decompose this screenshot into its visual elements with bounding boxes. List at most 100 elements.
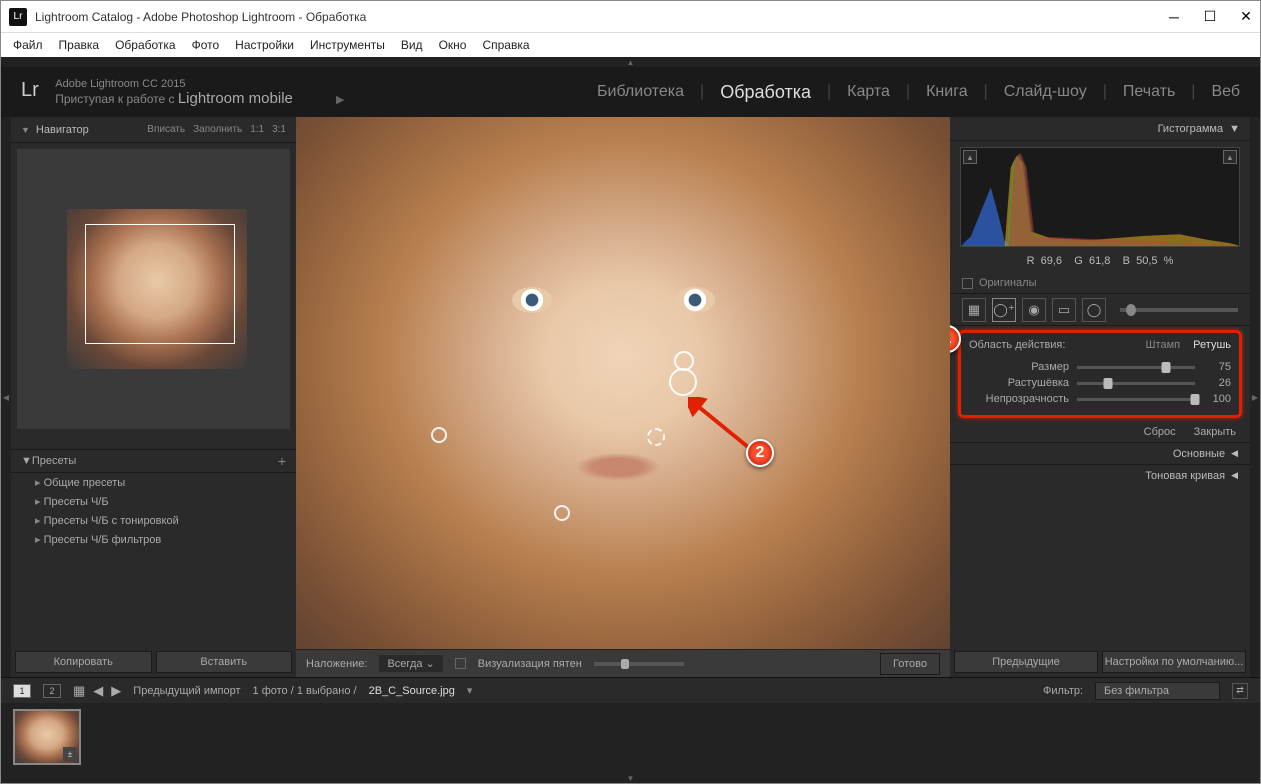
- preset-folder[interactable]: Пресеты Ч/Б фильтров: [11, 530, 296, 549]
- size-value[interactable]: 75: [1201, 361, 1231, 373]
- histogram-title: Гистограмма: [1158, 123, 1224, 135]
- menu-help[interactable]: Справка: [482, 38, 529, 52]
- menu-window[interactable]: Окно: [439, 38, 467, 52]
- feather-label: Растушёвка: [969, 377, 1069, 389]
- app-icon: Lr: [9, 8, 27, 26]
- healing-cursor: [647, 428, 665, 446]
- app-window: Lr Lightroom Catalog - Adobe Photoshop L…: [0, 0, 1261, 784]
- overlay-dropdown[interactable]: Всегда ⌄: [379, 655, 442, 672]
- lr-logo: Lr: [21, 79, 39, 102]
- menu-file[interactable]: Файл: [13, 38, 43, 52]
- filter-dropdown[interactable]: Без фильтра: [1095, 682, 1220, 700]
- preset-folder[interactable]: Пресеты Ч/Б с тонировкой: [11, 511, 296, 530]
- healing-spot[interactable]: [554, 505, 570, 521]
- add-preset-button[interactable]: +: [278, 453, 286, 469]
- histogram[interactable]: ▲ ▲: [960, 147, 1240, 247]
- healing-spot[interactable]: [669, 368, 697, 396]
- menu-view[interactable]: Вид: [401, 38, 423, 52]
- size-slider[interactable]: [1077, 366, 1195, 369]
- navigator-preview[interactable]: [17, 149, 290, 429]
- size-label: Размер: [969, 361, 1069, 373]
- feather-slider[interactable]: [1077, 382, 1195, 385]
- module-print[interactable]: Печать: [1123, 83, 1175, 101]
- feather-value[interactable]: 26: [1201, 377, 1231, 389]
- opacity-value[interactable]: 100: [1201, 393, 1231, 405]
- module-map[interactable]: Карта: [847, 83, 890, 101]
- originals-row[interactable]: Оригиналы: [950, 273, 1250, 294]
- preset-folder[interactable]: Пресеты Ч/Б: [11, 492, 296, 511]
- module-web[interactable]: Веб: [1211, 83, 1240, 101]
- nav-1-1[interactable]: 1:1: [250, 124, 264, 135]
- spot-viz-checkbox[interactable]: [455, 658, 466, 669]
- menu-tools[interactable]: Инструменты: [310, 38, 385, 52]
- grid-icon[interactable]: ▦: [73, 683, 85, 699]
- presets-header[interactable]: ▼ Пресеты +: [11, 449, 296, 473]
- shadow-clip-icon[interactable]: ▲: [963, 150, 977, 164]
- module-develop[interactable]: Обработка: [720, 82, 811, 103]
- menu-edit[interactable]: Правка: [59, 38, 100, 52]
- right-panel-collapse[interactable]: [1250, 117, 1260, 677]
- titlebar: Lr Lightroom Catalog - Adobe Photoshop L…: [1, 1, 1260, 33]
- presets-title: Пресеты: [32, 455, 76, 467]
- maximize-button[interactable]: ☐: [1204, 11, 1216, 23]
- tool-slider[interactable]: [1120, 308, 1238, 312]
- bottom-panel-collapse[interactable]: [1, 773, 1260, 783]
- done-button[interactable]: Готово: [880, 653, 940, 675]
- basic-panel-header[interactable]: Основные◀: [950, 442, 1250, 464]
- menu-develop[interactable]: Обработка: [115, 38, 176, 52]
- mode-heal[interactable]: Ретушь: [1193, 339, 1231, 351]
- primary-display[interactable]: 1: [13, 684, 31, 698]
- nav-fill[interactable]: Заполнить: [193, 124, 242, 135]
- minimize-button[interactable]: ─: [1168, 11, 1180, 23]
- secondary-display[interactable]: 2: [43, 684, 61, 698]
- size-slider-row: Размер 75: [969, 361, 1231, 373]
- brush-settings-panel: 1 Область действия: Штамп Ретушь Размер …: [958, 330, 1242, 418]
- close-button[interactable]: ✕: [1240, 11, 1252, 23]
- healing-spot[interactable]: [431, 427, 447, 443]
- spot-removal-tool-icon[interactable]: ◯⁺: [992, 298, 1016, 322]
- previous-button[interactable]: Предыдущие: [954, 651, 1098, 673]
- navigator-crop-box[interactable]: [85, 224, 235, 344]
- annotation-badge-2: 2: [746, 439, 774, 467]
- rgb-readout: R 69,6 G 61,8 B 50,5 %: [950, 253, 1250, 273]
- close-panel-button[interactable]: Закрыть: [1194, 426, 1236, 438]
- mobile-link[interactable]: Lightroom mobile: [178, 90, 293, 107]
- preset-folder[interactable]: Общие пресеты: [11, 473, 296, 492]
- module-book[interactable]: Книга: [926, 83, 967, 101]
- nav-fit[interactable]: Вписать: [147, 124, 185, 135]
- module-library[interactable]: Библиотека: [597, 83, 684, 101]
- image-canvas[interactable]: 2: [296, 117, 950, 649]
- nav-3-1[interactable]: 3:1: [272, 124, 286, 135]
- left-panel-collapse[interactable]: [1, 117, 11, 677]
- mode-stamp[interactable]: Штамп: [1145, 339, 1180, 351]
- opacity-slider[interactable]: [1077, 398, 1195, 401]
- source-label[interactable]: Предыдущий импорт: [133, 685, 240, 697]
- histogram-header[interactable]: Гистограмма▼: [950, 117, 1250, 141]
- module-slideshow[interactable]: Слайд-шоу: [1004, 83, 1087, 101]
- navigator-header[interactable]: ▼ Навигатор Вписать Заполнить 1:1 3:1: [11, 117, 296, 143]
- paste-button[interactable]: Вставить: [156, 651, 293, 673]
- tone-curve-panel-header[interactable]: Тоновая кривая◀: [950, 464, 1250, 486]
- redeye-tool-icon[interactable]: ◉: [1022, 298, 1046, 322]
- brand-text: Adobe Lightroom CC 2015: [55, 78, 344, 90]
- filter-label: Фильтр:: [1043, 685, 1083, 697]
- filename[interactable]: 2B_C_Source.jpg: [369, 685, 455, 697]
- originals-checkbox[interactable]: [962, 278, 973, 289]
- top-panel-collapse[interactable]: [1, 57, 1260, 67]
- play-icon[interactable]: ▶: [336, 94, 344, 106]
- reset-button[interactable]: Сброс: [1144, 426, 1176, 438]
- module-picker: Библиотека| Обработка| Карта| Книга| Сла…: [597, 82, 1240, 103]
- spot-viz-slider[interactable]: [594, 662, 684, 666]
- prev-photo-icon[interactable]: ◀: [93, 683, 103, 699]
- next-photo-icon[interactable]: ▶: [111, 683, 121, 699]
- radial-filter-icon[interactable]: ◯: [1082, 298, 1106, 322]
- menu-photo[interactable]: Фото: [192, 38, 220, 52]
- filter-lock-icon[interactable]: ⇄: [1232, 683, 1248, 699]
- copy-button[interactable]: Копировать: [15, 651, 152, 673]
- graduated-filter-icon[interactable]: ▭: [1052, 298, 1076, 322]
- defaults-button[interactable]: Настройки по умолчанию...: [1102, 651, 1246, 673]
- menu-settings[interactable]: Настройки: [235, 38, 294, 52]
- filmstrip-thumb[interactable]: ±: [13, 709, 81, 765]
- crop-tool-icon[interactable]: ▦: [962, 298, 986, 322]
- highlight-clip-icon[interactable]: ▲: [1223, 150, 1237, 164]
